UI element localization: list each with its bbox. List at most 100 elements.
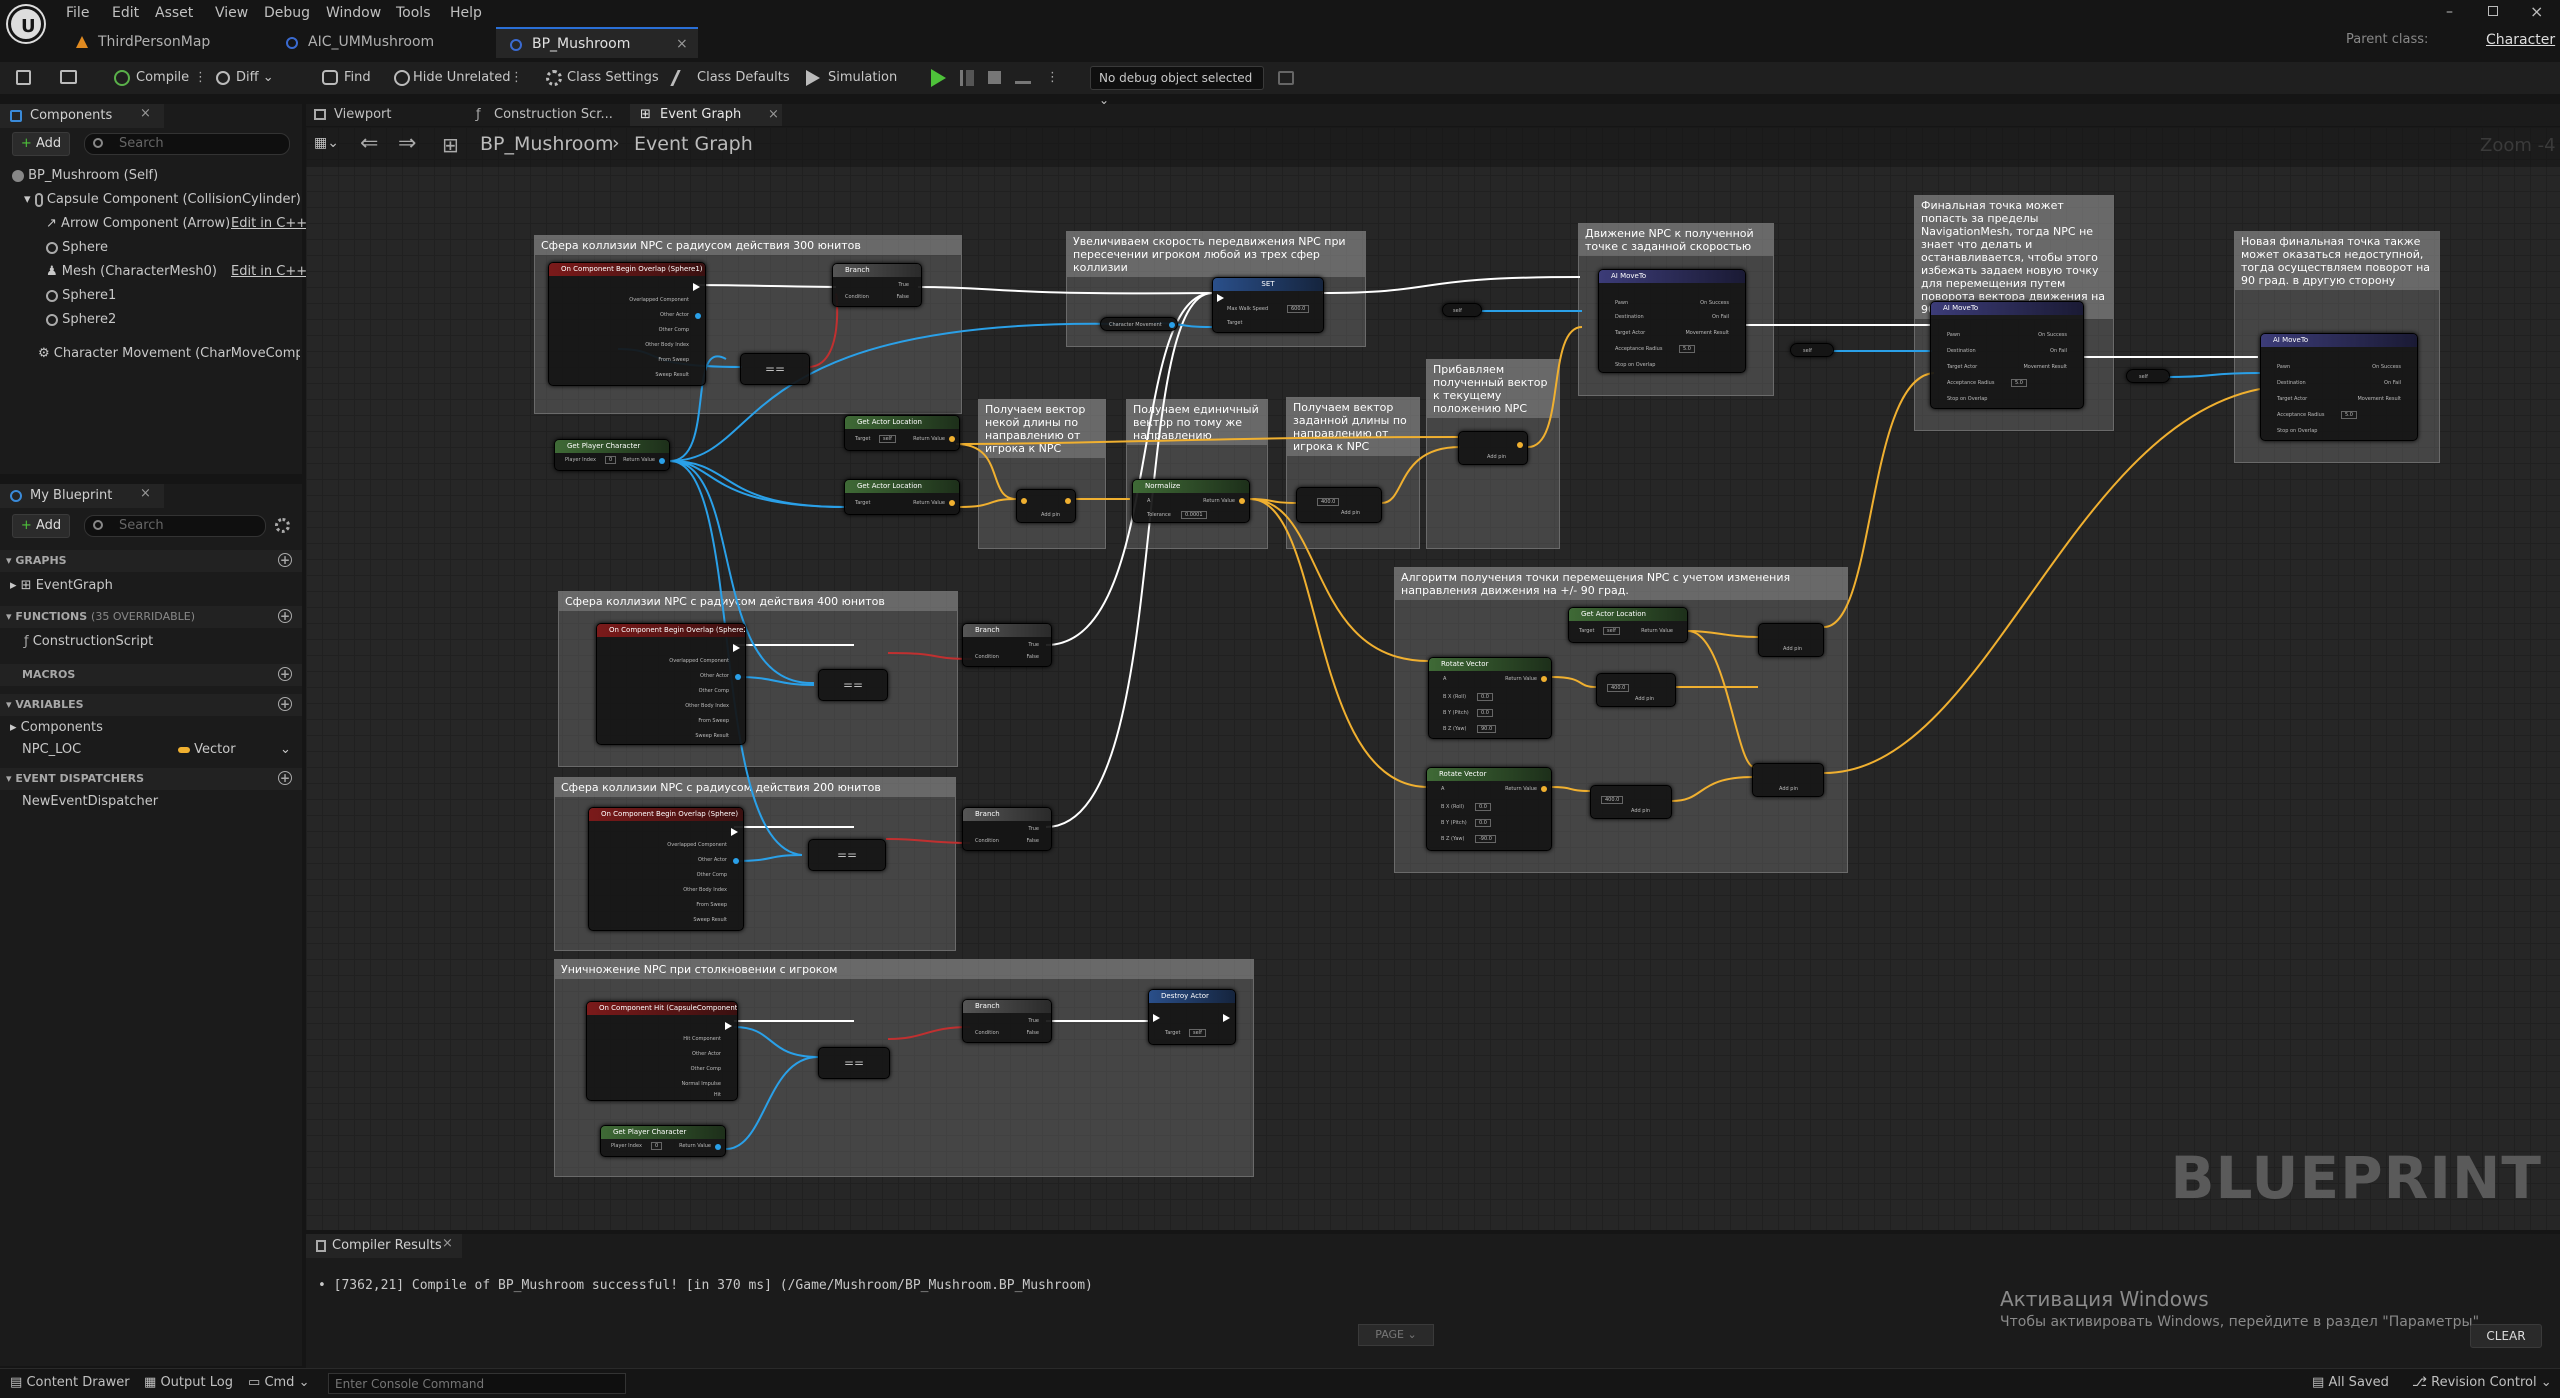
menu-asset[interactable]: Asset	[155, 2, 193, 24]
tree-item-capsule[interactable]: ▾ Capsule Component (CollisionCylinder) …	[24, 190, 302, 210]
pin-value[interactable]: 400.0	[1601, 796, 1624, 804]
cmd-dropdown[interactable]: ▭ Cmd ⌄	[248, 1375, 309, 1390]
pin-value[interactable]: -90.0	[1475, 835, 1496, 843]
tab-construction-script[interactable]: ƒ Construction Scr...	[466, 104, 626, 126]
pin-value[interactable]: 0.0	[1475, 819, 1491, 827]
pin[interactable]	[1541, 786, 1547, 792]
compile-icon[interactable]	[114, 70, 130, 86]
tree-item-sphere[interactable]: Sphere	[46, 238, 108, 258]
all-saved-indicator[interactable]: ▤ All Saved	[2312, 1375, 2389, 1390]
node-add-2[interactable]: Add pin	[1752, 763, 1824, 797]
edit-in-cpp-link[interactable]: Edit in C++	[231, 262, 307, 282]
pin[interactable]	[733, 858, 739, 864]
pin-value[interactable]: 5.0	[1679, 345, 1695, 353]
menu-file[interactable]: File	[66, 2, 89, 24]
node-equal-3[interactable]: ==	[808, 839, 886, 871]
pin[interactable]	[1169, 322, 1175, 328]
close-icon[interactable]: ×	[676, 29, 688, 60]
diff-icon[interactable]	[216, 71, 230, 85]
tab-aic-ummushroom[interactable]: AIC_UMMushroom	[272, 27, 494, 58]
pin[interactable]	[715, 1144, 721, 1150]
pin[interactable]	[1065, 498, 1071, 504]
add-function-icon[interactable]: +	[278, 609, 292, 623]
node-overlap-sphere2[interactable]: On Component Begin Overlap (Sphere2) Ove…	[596, 623, 746, 745]
simulation-button[interactable]: Simulation	[828, 67, 897, 89]
tab-viewport[interactable]: Viewport	[306, 104, 460, 126]
function-item-construction[interactable]: ƒ ConstructionScript	[24, 632, 153, 652]
step-icon[interactable]	[960, 70, 974, 86]
node-rotate-vector-2[interactable]: Rotate Vector A Return Value B X (Roll) …	[1426, 767, 1552, 851]
components-tab[interactable]: Components ×	[0, 104, 164, 128]
node-self-3[interactable]: self	[2126, 369, 2170, 383]
tab-event-graph[interactable]: ⊞ Event Graph ×	[630, 104, 782, 126]
pin[interactable]	[695, 313, 701, 319]
section-graphs[interactable]: ▾ GRAPHS +	[0, 550, 302, 572]
tree-item-mesh[interactable]: ♟ Mesh (CharacterMesh0)	[46, 262, 217, 282]
menu-debug[interactable]: Debug	[264, 2, 310, 24]
pin-value[interactable]: self	[1603, 627, 1620, 635]
pin-value[interactable]: 0	[651, 1142, 663, 1150]
unreal-logo-icon[interactable]: U	[8, 6, 44, 42]
pin-value[interactable]: 400.0	[1607, 684, 1630, 692]
variable-type[interactable]: Vector	[178, 740, 236, 760]
close-icon[interactable]: ×	[768, 104, 779, 126]
node-get-player-2[interactable]: Get Player Character Player Index 0 Retu…	[600, 1125, 726, 1157]
node-destroy-actor[interactable]: Destroy Actor Target self	[1148, 989, 1236, 1045]
menu-view[interactable]: View	[215, 2, 248, 24]
node-add-location[interactable]: Add pin	[1458, 431, 1528, 465]
menu-window[interactable]: Window	[326, 2, 381, 24]
node-multiply-3[interactable]: 400.0 Add pin	[1590, 785, 1672, 819]
eject-icon[interactable]	[1015, 70, 1031, 84]
parent-class-link[interactable]: Character	[2486, 32, 2555, 48]
tab-bp-mushroom[interactable]: BP_Mushroom ×	[496, 27, 698, 58]
add-dispatcher-icon[interactable]: +	[278, 771, 292, 785]
close-icon[interactable]: ×	[442, 1236, 453, 1251]
node-component-hit[interactable]: On Component Hit (CapsuleComponent) Hit …	[586, 1001, 738, 1101]
tree-item-arrow[interactable]: ↗ Arrow Component (Arrow)	[46, 214, 230, 234]
content-drawer-button[interactable]: ▤ Content Drawer	[10, 1375, 130, 1390]
node-add-1[interactable]: Add pin	[1758, 623, 1824, 657]
pin-value[interactable]: 0.0001	[1181, 511, 1207, 519]
pin[interactable]	[659, 458, 665, 464]
pin[interactable]	[735, 674, 741, 680]
node-branch-4[interactable]: Branch True Condition False	[962, 999, 1052, 1043]
exec-out-pin[interactable]	[731, 828, 738, 836]
node-subtract[interactable]: Add pin	[1016, 489, 1076, 523]
pin-value[interactable]: self	[879, 435, 896, 443]
my-blueprint-search-input[interactable]: Search	[84, 515, 266, 537]
node-overlap-sphere1[interactable]: On Component Begin Overlap (Sphere1) Ove…	[548, 262, 706, 386]
variable-item-npc-loc[interactable]: NPC_LOC	[22, 740, 81, 760]
dispatcher-item[interactable]: NewEventDispatcher	[22, 792, 158, 812]
pin[interactable]	[1021, 498, 1027, 504]
compile-options-icon[interactable]: ⋮	[194, 67, 207, 89]
section-macros[interactable]: MACROS +	[0, 664, 302, 686]
maximize-icon[interactable]	[2488, 6, 2498, 16]
debug-filter-icon[interactable]	[1278, 71, 1294, 85]
node-set-speed[interactable]: SET Max Walk Speed 600.0 Target	[1212, 277, 1324, 333]
add-variable-icon[interactable]: +	[278, 697, 292, 711]
node-ai-moveto-3[interactable]: AI MoveTo Pawn On Success Destination On…	[2260, 333, 2418, 441]
menu-tools[interactable]: Tools	[396, 2, 431, 24]
close-window-icon[interactable]: ×	[2530, 2, 2543, 21]
class-defaults-button[interactable]: Class Defaults	[697, 67, 790, 89]
hide-options-icon[interactable]: ⋮	[510, 67, 523, 89]
browse-icon[interactable]	[60, 70, 77, 84]
exec-out-pin[interactable]	[733, 644, 740, 652]
node-branch-1[interactable]: Branch True Condition False	[832, 263, 922, 307]
node-actor-location-3[interactable]: Get Actor Location Target self Return Va…	[1568, 607, 1688, 643]
debug-object-select[interactable]: No debug object selected ⌄	[1090, 66, 1264, 107]
node-self-2[interactable]: self	[1790, 343, 1834, 357]
class-settings-button[interactable]: Class Settings	[567, 67, 659, 89]
my-blueprint-tab[interactable]: My Blueprint ×	[0, 484, 164, 508]
exec-in-pin[interactable]	[1153, 1014, 1160, 1022]
event-graph-canvas[interactable]: ▦⌄ ⇐ ⇒ ⊞ BP_Mushroom › Event Graph Zoom …	[306, 127, 2560, 1230]
output-log-button[interactable]: ▦ Output Log	[144, 1375, 233, 1390]
node-equal-4[interactable]: ==	[818, 1047, 890, 1079]
node-character-movement[interactable]: Character Movement	[1100, 317, 1178, 331]
chevron-down-icon[interactable]: ⌄	[280, 740, 291, 760]
node-actor-location-1[interactable]: Get Actor Location Target self Return Va…	[844, 415, 960, 451]
edit-in-cpp-link[interactable]: Edit in C++	[231, 214, 307, 234]
pin-value[interactable]: 0.0	[1477, 693, 1493, 701]
compiler-results-tab[interactable]: Compiler Results ×	[306, 1234, 462, 1258]
exec-out-pin[interactable]	[693, 283, 700, 291]
